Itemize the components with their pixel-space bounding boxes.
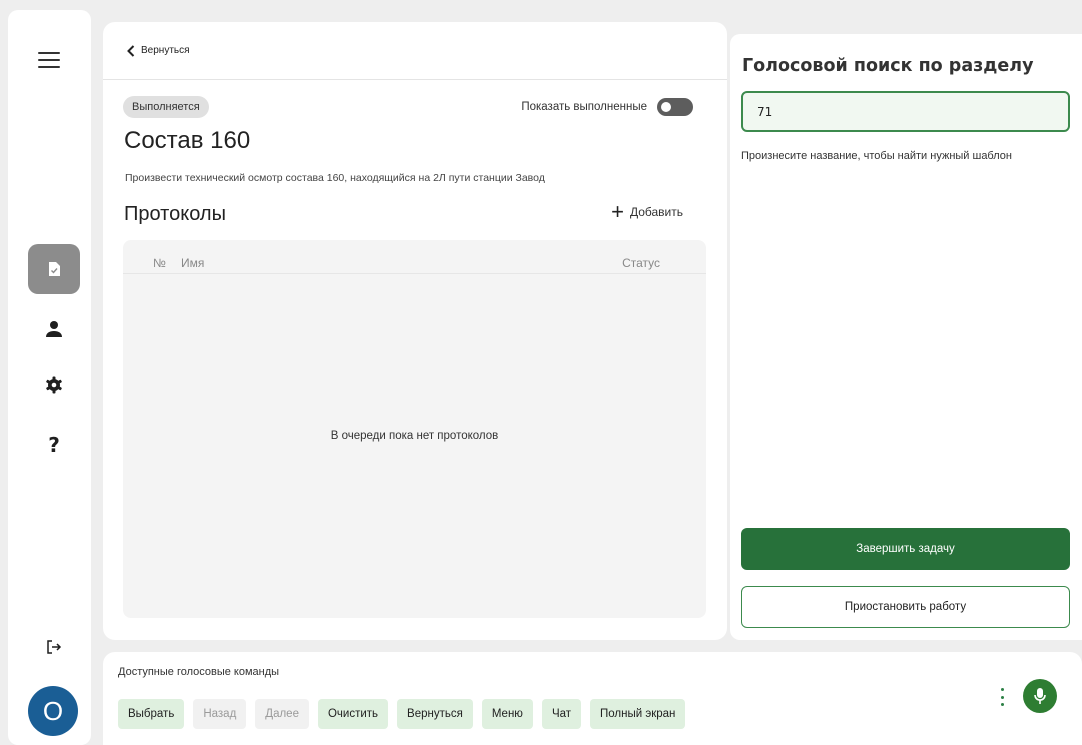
person-icon bbox=[46, 321, 62, 337]
voice-search-panel: Голосовой поиск по разделу Произнесите н… bbox=[730, 34, 1082, 640]
chevron-left-icon bbox=[127, 44, 135, 57]
complete-task-button[interactable]: Завершить задачу bbox=[741, 528, 1070, 570]
protocols-table: № Имя Статус В очереди пока нет протокол… bbox=[123, 240, 706, 618]
protocols-heading: Протоколы bbox=[124, 203, 226, 225]
menu-icon[interactable] bbox=[38, 52, 60, 68]
voice-commands-list: Выбрать Назад Далее Очистить Вернуться М… bbox=[118, 699, 686, 729]
plus-icon: + bbox=[611, 199, 624, 224]
empty-state-message: В очереди пока нет протоколов bbox=[330, 430, 499, 442]
gear-icon bbox=[46, 376, 62, 394]
command-clear[interactable]: Очистить bbox=[317, 699, 389, 729]
task-description: Произвести технический осмотр состава 16… bbox=[125, 172, 545, 184]
show-done-toggle[interactable] bbox=[657, 98, 693, 116]
back-label: Вернуться bbox=[141, 45, 190, 56]
command-back[interactable]: Назад bbox=[193, 699, 247, 729]
sidebar-item-help[interactable]: ? bbox=[28, 420, 80, 470]
column-header-number: № bbox=[153, 256, 166, 270]
command-return[interactable]: Вернуться bbox=[397, 699, 473, 729]
command-chat[interactable]: Чат bbox=[541, 699, 582, 729]
voice-commands-bar: Доступные голосовые команды Выбрать Наза… bbox=[103, 652, 1082, 745]
voice-search-hint: Произнесите название, чтобы найти нужный… bbox=[741, 150, 1012, 162]
logout-icon bbox=[47, 640, 62, 654]
microphone-icon bbox=[1034, 688, 1046, 704]
help-icon: ? bbox=[48, 433, 60, 457]
pause-work-button[interactable]: Приостановить работу bbox=[741, 586, 1070, 628]
column-header-name: Имя bbox=[181, 256, 205, 270]
logout-button[interactable] bbox=[28, 622, 80, 672]
command-fullscreen[interactable]: Полный экран bbox=[590, 699, 686, 729]
command-select[interactable]: Выбрать bbox=[118, 699, 185, 729]
show-done-label: Показать выполненные bbox=[521, 101, 647, 113]
voice-search-title: Голосовой поиск по разделу bbox=[742, 56, 1034, 76]
task-card: Вернуться Выполняется Показать выполненн… bbox=[103, 22, 727, 640]
voice-search-input[interactable] bbox=[741, 91, 1070, 132]
microphone-button[interactable] bbox=[1023, 679, 1057, 713]
document-check-icon bbox=[49, 262, 60, 276]
column-header-status: Статус bbox=[622, 256, 660, 270]
page-title: Состав 160 bbox=[124, 127, 251, 154]
voice-commands-title: Доступные голосовые команды bbox=[118, 666, 280, 678]
back-button[interactable]: Вернуться bbox=[127, 44, 190, 57]
add-protocol-button[interactable]: + Добавить bbox=[611, 199, 683, 224]
show-done-control: Показать выполненные bbox=[521, 98, 693, 116]
sidebar-item-profile[interactable] bbox=[28, 304, 80, 354]
command-next[interactable]: Далее bbox=[255, 699, 309, 729]
sidebar-item-settings[interactable] bbox=[28, 360, 80, 410]
sidebar-item-tasks[interactable] bbox=[28, 244, 80, 294]
add-label: Добавить bbox=[629, 205, 683, 219]
back-bar: Вернуться bbox=[103, 22, 727, 80]
command-menu[interactable]: Меню bbox=[481, 699, 533, 729]
sidebar: ? O bbox=[8, 10, 91, 745]
table-header: № Имя Статус bbox=[123, 240, 706, 274]
status-badge: Выполняется bbox=[123, 96, 209, 118]
more-vertical-icon[interactable] bbox=[997, 688, 1007, 706]
avatar[interactable]: O bbox=[28, 686, 78, 736]
